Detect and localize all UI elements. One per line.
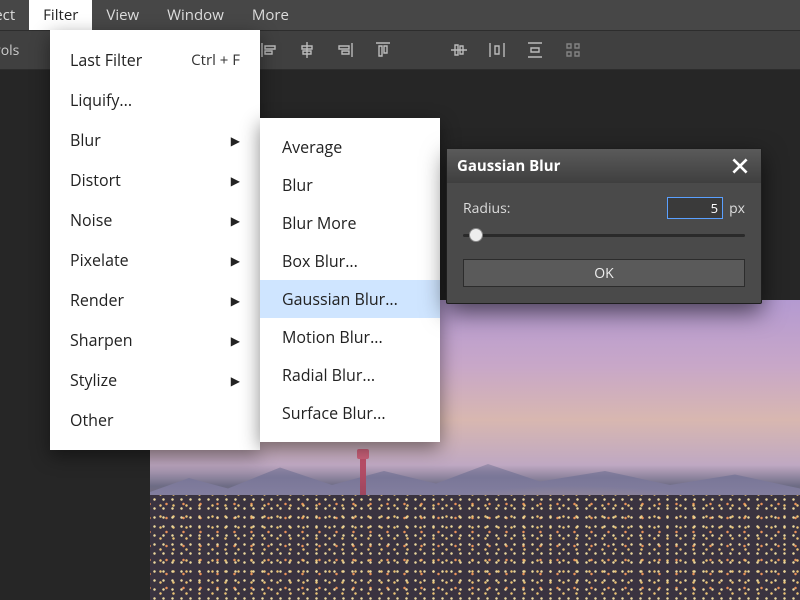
- filter-liquify[interactable]: Liquify...: [50, 80, 260, 120]
- filter-item-label: Pixelate: [70, 249, 129, 271]
- submenu-item-label: Blur More: [282, 212, 356, 234]
- blur-submenu: Average Blur Blur More Box Blur... Gauss…: [260, 118, 440, 442]
- blur-blur[interactable]: Blur: [260, 166, 440, 204]
- align-vcenter-icon[interactable]: [449, 40, 469, 60]
- menu-select[interactable]: elect: [0, 0, 29, 30]
- radius-input[interactable]: [667, 197, 723, 219]
- dialog-body: Radius: px OK: [447, 183, 761, 303]
- filter-last-filter-shortcut: Ctrl + F: [191, 50, 240, 70]
- submenu-item-label: Blur: [282, 174, 313, 196]
- submenu-item-label: Radial Blur...: [282, 364, 375, 386]
- filter-blur[interactable]: Blur ▶: [50, 120, 260, 160]
- filter-last-filter-label: Last Filter: [70, 49, 142, 71]
- blur-average[interactable]: Average: [260, 128, 440, 166]
- gaussian-blur-dialog: Gaussian Blur Radius: px OK: [446, 148, 762, 304]
- blur-motion-blur[interactable]: Motion Blur...: [260, 318, 440, 356]
- filter-item-label: Noise: [70, 209, 112, 231]
- menu-filter[interactable]: Filter: [29, 0, 92, 30]
- filter-item-label: Distort: [70, 169, 121, 191]
- align-left-icon[interactable]: [259, 40, 279, 60]
- distribute-h-icon[interactable]: [487, 40, 507, 60]
- submenu-arrow-icon: ▶: [231, 132, 240, 149]
- blur-box-blur[interactable]: Box Blur...: [260, 242, 440, 280]
- menu-view[interactable]: View: [92, 0, 153, 30]
- submenu-arrow-icon: ▶: [231, 172, 240, 189]
- filter-item-label: Render: [70, 289, 124, 311]
- align-hcenter-icon[interactable]: [297, 40, 317, 60]
- distribute-v-icon[interactable]: [525, 40, 545, 60]
- dialog-titlebar[interactable]: Gaussian Blur: [447, 149, 761, 183]
- submenu-arrow-icon: ▶: [231, 292, 240, 309]
- ok-button[interactable]: OK: [463, 259, 745, 287]
- radius-label: Radius:: [463, 199, 510, 218]
- filter-render[interactable]: Render ▶: [50, 280, 260, 320]
- filter-stylize[interactable]: Stylize ▶: [50, 360, 260, 400]
- blur-gaussian-blur[interactable]: Gaussian Blur...: [260, 280, 440, 318]
- submenu-item-label: Surface Blur...: [282, 402, 386, 424]
- submenu-item-label: Box Blur...: [282, 250, 358, 272]
- filter-liquify-label: Liquify...: [70, 89, 132, 111]
- filter-other[interactable]: Other: [50, 400, 260, 440]
- distribute-spacing-icon[interactable]: [563, 40, 583, 60]
- filter-item-label: Blur: [70, 129, 101, 151]
- menubar: elect Filter View Window More: [0, 0, 800, 30]
- submenu-arrow-icon: ▶: [231, 212, 240, 229]
- menu-more[interactable]: More: [238, 0, 303, 30]
- filter-dropdown: Last Filter Ctrl + F Liquify... Blur ▶ D…: [50, 30, 260, 450]
- filter-item-label: Sharpen: [70, 329, 133, 351]
- align-icon-group: [259, 40, 583, 60]
- submenu-arrow-icon: ▶: [231, 252, 240, 269]
- slider-thumb[interactable]: [469, 228, 483, 242]
- submenu-arrow-icon: ▶: [231, 372, 240, 389]
- filter-noise[interactable]: Noise ▶: [50, 200, 260, 240]
- submenu-arrow-icon: ▶: [231, 332, 240, 349]
- submenu-item-label: Gaussian Blur...: [282, 288, 398, 310]
- filter-pixelate[interactable]: Pixelate ▶: [50, 240, 260, 280]
- filter-last-filter[interactable]: Last Filter Ctrl + F: [50, 40, 260, 80]
- radius-row: Radius: px: [463, 197, 745, 219]
- app-root: elect Filter View Window More trols: [0, 0, 800, 600]
- dialog-title: Gaussian Blur: [457, 156, 560, 176]
- image-city: [150, 495, 800, 600]
- filter-distort[interactable]: Distort ▶: [50, 160, 260, 200]
- align-right-icon[interactable]: [335, 40, 355, 60]
- filter-item-label: Other: [70, 409, 113, 431]
- radius-slider[interactable]: [463, 225, 745, 245]
- submenu-item-label: Motion Blur...: [282, 326, 383, 348]
- filter-sharpen[interactable]: Sharpen ▶: [50, 320, 260, 360]
- slider-track: [463, 234, 745, 237]
- menu-window[interactable]: Window: [153, 0, 238, 30]
- align-top-icon[interactable]: [373, 40, 393, 60]
- controls-label: trols: [0, 41, 29, 60]
- blur-radial-blur[interactable]: Radial Blur...: [260, 356, 440, 394]
- image-city-lights: [150, 495, 800, 600]
- filter-item-label: Stylize: [70, 369, 117, 391]
- close-icon[interactable]: [729, 155, 751, 177]
- radius-unit: px: [729, 199, 745, 218]
- submenu-item-label: Average: [282, 136, 342, 158]
- blur-surface-blur[interactable]: Surface Blur...: [260, 394, 440, 432]
- blur-blur-more[interactable]: Blur More: [260, 204, 440, 242]
